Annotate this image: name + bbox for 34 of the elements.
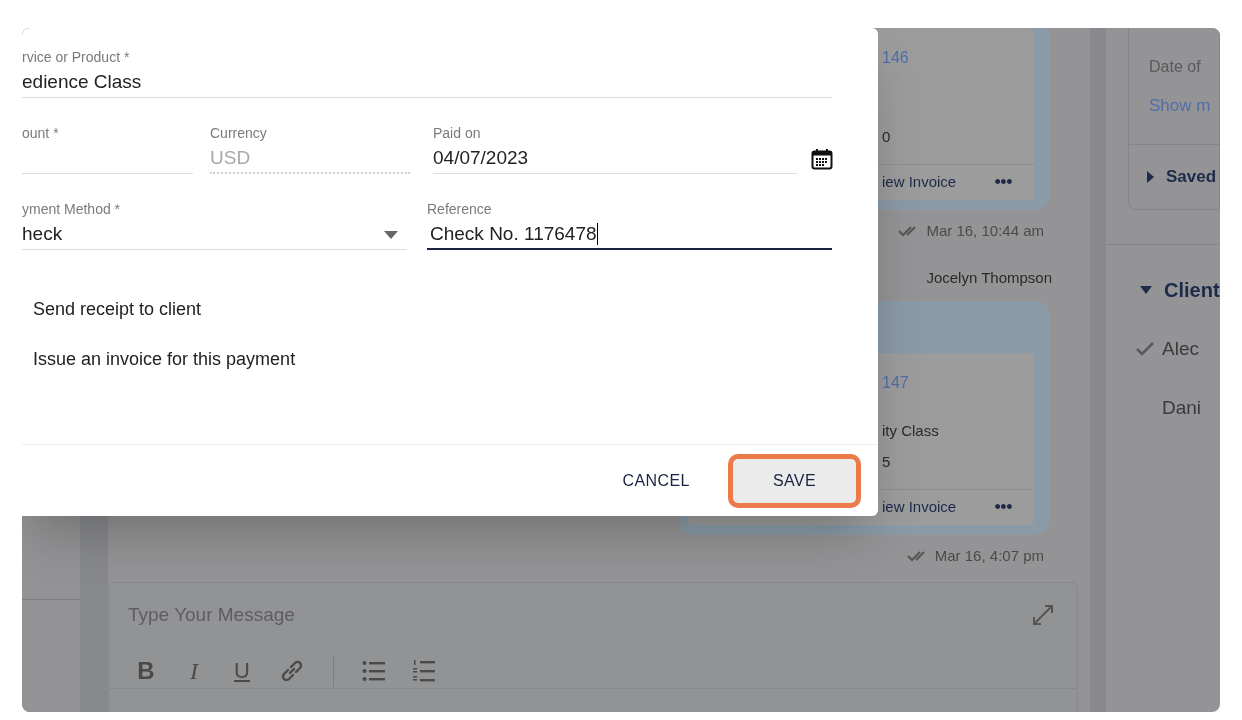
invoice-text: ity Class — [882, 421, 940, 441]
message-time: Mar 16, 10:44 am — [926, 221, 1044, 241]
option-label[interactable]: Issue an invoice for this payment — [33, 346, 832, 372]
form-field[interactable]: Paid on 04/07/2023 — [433, 124, 797, 174]
field-label: Date of — [1149, 57, 1202, 77]
more-options-button[interactable]: ••• — [994, 494, 1012, 521]
sender-name: Jocelyn Thompson — [926, 267, 1052, 288]
text-cursor — [596, 223, 598, 245]
form-field[interactable]: Reference Check No. 1176478 — [427, 200, 832, 250]
underline-button[interactable]: U — [231, 654, 253, 687]
form-field[interactable]: ount * — [22, 124, 193, 174]
calendar-icon — [811, 148, 833, 170]
section-title[interactable]: Client — [1164, 275, 1220, 305]
save-button[interactable]: SAVE — [727, 453, 861, 508]
form-field[interactable]: yment Method * heck — [22, 200, 407, 250]
expand-icon — [1031, 603, 1055, 627]
client-name[interactable]: Dani — [1162, 393, 1202, 422]
bold-button[interactable]: B — [135, 652, 157, 689]
client-name[interactable]: Alec — [1162, 335, 1199, 364]
bulleted-list-icon[interactable] — [362, 659, 386, 682]
invoice-text: 5 — [882, 451, 892, 472]
form-field[interactable]: rvice or Product * edience Class — [22, 48, 832, 98]
dropdown-caret-icon — [384, 230, 398, 239]
more-options-button[interactable]: ••• — [994, 169, 1012, 196]
cancel-button[interactable]: CANCEL — [620, 460, 692, 501]
section-title[interactable]: Saved — [1166, 164, 1217, 190]
message-time: Mar 16, 4:07 pm — [934, 546, 1044, 566]
view-invoice-link[interactable]: iew Invoice — [882, 171, 957, 194]
italic-button[interactable]: I — [183, 652, 205, 689]
form-field[interactable]: Currency USD — [210, 124, 410, 174]
numbered-list-icon[interactable] — [412, 658, 436, 683]
invoice-text: 0 — [882, 126, 892, 147]
view-invoice-link[interactable]: iew Invoice — [882, 496, 957, 519]
option-label[interactable]: Send receipt to client — [33, 296, 832, 322]
